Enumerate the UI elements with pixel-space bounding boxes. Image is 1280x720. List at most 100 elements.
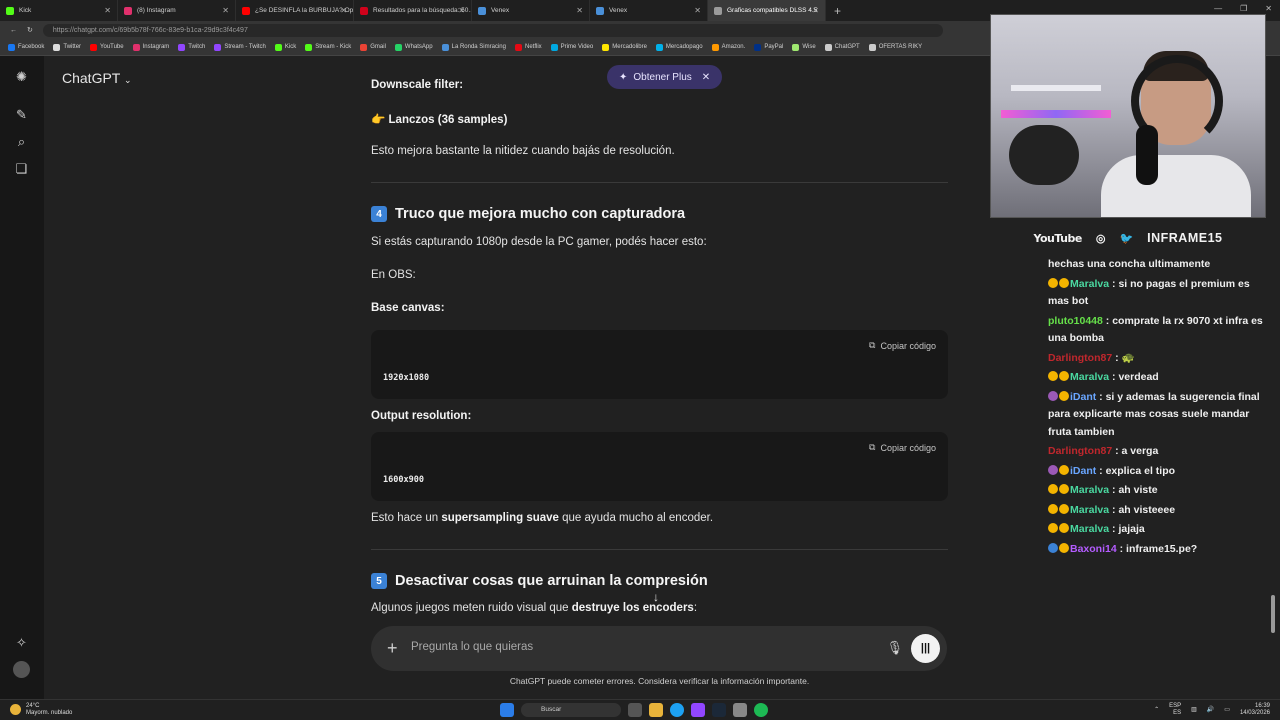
chat-username[interactable]: pluto10448	[1048, 315, 1103, 327]
chat-username[interactable]: Baxoni14	[1070, 543, 1117, 555]
model-selector[interactable]: ChatGPT ⌄	[62, 70, 132, 86]
close-tab-icon[interactable]: ✕	[576, 6, 583, 15]
minimize-icon[interactable]: —	[1214, 4, 1222, 13]
close-window-icon[interactable]: ✕	[1265, 4, 1272, 13]
attach-plus-icon[interactable]: +	[387, 638, 398, 659]
avatar[interactable]	[13, 661, 30, 678]
close-tab-icon[interactable]: ✕	[340, 6, 347, 15]
discord-icon[interactable]	[691, 703, 705, 717]
voice-mode-icon[interactable]: |||	[911, 634, 940, 663]
steam-icon[interactable]	[712, 703, 726, 717]
bookmark-item[interactable]: Gmail	[360, 43, 386, 51]
browser-tab[interactable]: ¿Se DESINFLA la BURBUJA? Oper... ✕	[236, 0, 354, 21]
bookmark-item[interactable]: Twitter	[53, 43, 81, 51]
bookmark-item[interactable]: Wise	[792, 43, 816, 51]
code-text: 1600x900	[383, 475, 424, 485]
chat-username[interactable]: Maralva	[1070, 371, 1109, 383]
bookmark-label: Netflix	[524, 44, 542, 50]
chat-badge-icon	[1059, 371, 1069, 381]
browser-tab[interactable]: Kick ✕	[0, 0, 118, 21]
bookmark-label: Gmail	[370, 44, 386, 50]
volume-icon[interactable]: 🔊	[1207, 707, 1214, 714]
browser-tab[interactable]: Resultados para la búsqueda: 50... ✕	[354, 0, 472, 21]
page-scrollbar[interactable]	[1271, 61, 1276, 691]
bookmark-item[interactable]: Instagram	[132, 43, 169, 51]
bookmark-label: PayPal	[764, 44, 784, 50]
bookmark-item[interactable]: OFERTAS RIKY	[868, 43, 922, 51]
chat-message: Baxoni14 : inframe15.pe?	[1048, 541, 1268, 559]
new-chat-icon[interactable]: ✎	[13, 106, 30, 123]
close-tab-icon[interactable]: ✕	[812, 6, 819, 15]
bookmark-favicon-icon	[8, 43, 15, 51]
openai-logo-icon[interactable]: ✺	[13, 68, 30, 85]
search-icon[interactable]: ⌕	[13, 133, 30, 150]
bookmark-item[interactable]: Stream - Kick	[305, 43, 351, 51]
taskbar-search[interactable]: Buscar	[521, 703, 621, 717]
bookmark-item[interactable]: Mercadopago	[655, 43, 703, 51]
bookmark-item[interactable]: PayPal	[754, 43, 784, 51]
model-label: ChatGPT	[62, 70, 121, 86]
library-icon[interactable]: ❏	[13, 160, 30, 177]
chat-username[interactable]: Maralva	[1070, 523, 1109, 535]
tray-chevron-icon[interactable]: ⌃	[1154, 707, 1159, 714]
message-composer[interactable]: + Pregunta lo que quieras 🎙 |||	[371, 626, 947, 671]
copy-code-button[interactable]: ⧉ Copiar código	[869, 340, 936, 351]
spotify-icon[interactable]	[754, 703, 768, 717]
bookmark-item[interactable]: WhatsApp	[394, 43, 433, 51]
task-view-icon[interactable]	[628, 703, 642, 717]
browser-tab[interactable]: Graficas compatibles DLSS 4.5 ✕	[708, 0, 826, 21]
close-tab-icon[interactable]: ✕	[222, 6, 229, 15]
reload-icon[interactable]: ↻	[27, 26, 33, 34]
bookmark-item[interactable]: Stream - Twitch	[214, 43, 266, 51]
bookmark-label: La Ronda Simracing	[451, 44, 506, 50]
copy-code-button[interactable]: ⧉ Copiar código	[869, 442, 936, 453]
sparkle-icon[interactable]: ✧	[13, 634, 30, 651]
new-tab-icon[interactable]: +	[834, 4, 841, 18]
chat-text: : verdead	[1112, 371, 1159, 383]
scroll-down-icon[interactable]: ↓	[653, 590, 659, 604]
bookmark-item[interactable]: Mercadolibre	[602, 43, 647, 51]
close-tab-icon[interactable]: ✕	[694, 6, 701, 15]
battery-icon[interactable]: ▭	[1224, 707, 1230, 714]
scrollbar-thumb[interactable]	[1271, 595, 1275, 633]
chat-username[interactable]: iDant	[1070, 391, 1096, 403]
chat-badge-icon	[1059, 277, 1069, 288]
chat-username[interactable]: Darlington87	[1048, 445, 1112, 457]
chat-username[interactable]: iDant	[1070, 465, 1096, 477]
chat-username[interactable]: Darlington87	[1048, 352, 1112, 364]
language-indicator[interactable]: ESP ES	[1169, 703, 1181, 717]
file-explorer-icon[interactable]	[649, 703, 663, 717]
browser-tab[interactable]: (8) Instagram ✕	[118, 0, 236, 21]
bookmark-label: Wise	[802, 44, 816, 50]
bookmark-item[interactable]: Prime Video	[550, 43, 593, 51]
chat-badge-icon	[1059, 523, 1069, 533]
back-icon[interactable]: ←	[10, 27, 17, 34]
weather-text: Mayorm. nublado	[26, 710, 73, 716]
chat-username[interactable]: Maralva	[1070, 278, 1109, 290]
maximize-icon[interactable]: ❐	[1240, 4, 1247, 13]
bookmark-item[interactable]: Kick	[274, 43, 296, 51]
bookmark-item[interactable]: Netflix	[514, 43, 542, 51]
bookmark-item[interactable]: ChatGPT	[824, 43, 860, 51]
bookmark-item[interactable]: Amazon.	[711, 43, 745, 51]
app-icon[interactable]	[733, 703, 747, 717]
weather-widget[interactable]: 24°C Mayorm. nublado	[10, 703, 72, 717]
bookmark-item[interactable]: YouTube	[90, 43, 124, 51]
bookmark-label: WhatsApp	[404, 44, 433, 50]
close-tab-icon[interactable]: ✕	[458, 6, 465, 15]
bookmark-item[interactable]: Twitch	[178, 43, 205, 51]
chat-username[interactable]: Maralva	[1070, 504, 1109, 516]
microphone-icon[interactable]: 🎙	[886, 640, 903, 656]
edge-icon[interactable]	[670, 703, 684, 717]
browser-tab[interactable]: Venex ✕	[590, 0, 708, 21]
bookmark-item[interactable]: La Ronda Simracing	[441, 43, 506, 51]
clock[interactable]: 16:39 14/03/2026	[1240, 703, 1270, 717]
composer-placeholder[interactable]: Pregunta lo que quieras	[411, 641, 533, 653]
chat-username[interactable]: Maralva	[1070, 484, 1109, 496]
browser-tab[interactable]: Venex ✕	[472, 0, 590, 21]
bookmark-item[interactable]: Facebook	[8, 43, 44, 51]
network-icon[interactable]: ▥	[1191, 707, 1197, 714]
url-field[interactable]: https://chatgpt.com/c/69b5b78f-766c-83e9…	[42, 23, 943, 37]
close-tab-icon[interactable]: ✕	[104, 6, 111, 15]
start-icon[interactable]	[500, 703, 514, 717]
